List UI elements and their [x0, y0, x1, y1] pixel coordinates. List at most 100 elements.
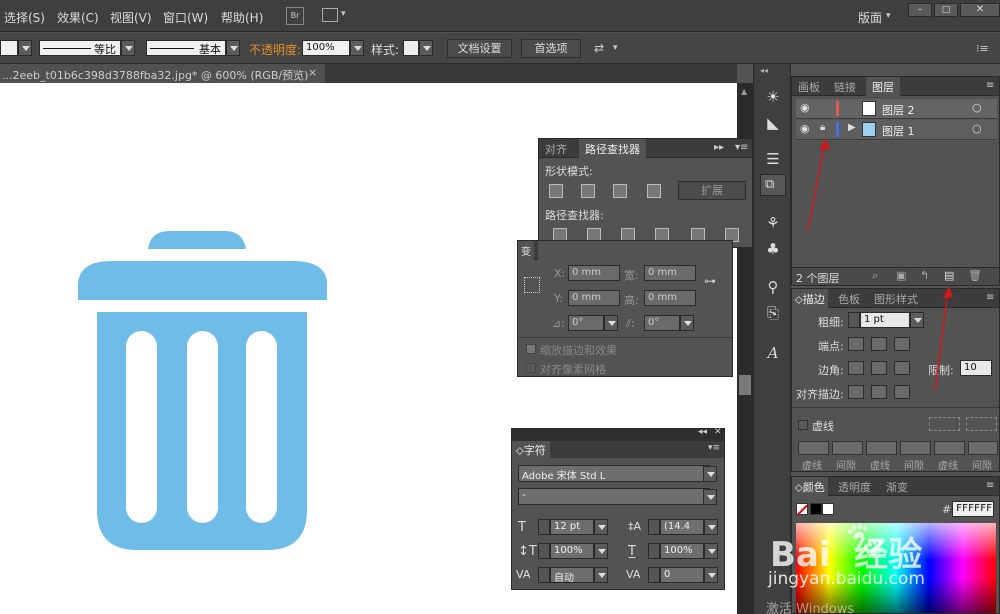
chevron-down-icon[interactable]: [704, 567, 718, 583]
dash-preset-icon[interactable]: [966, 417, 997, 431]
bevel-join-icon[interactable]: [894, 361, 910, 375]
chevron-down-icon[interactable]: [594, 567, 608, 583]
collapse-icon[interactable]: ▸▸: [714, 142, 724, 153]
tab-gradient[interactable]: 渐变: [886, 479, 908, 495]
font-family-field[interactable]: Adobe 宋体 Std L: [518, 465, 710, 482]
scale-strokes-checkbox[interactable]: [526, 344, 536, 354]
close-icon[interactable]: ×: [308, 66, 317, 79]
bridge-icon[interactable]: Br: [286, 7, 304, 25]
close-button[interactable]: ✕: [960, 3, 1000, 17]
chevron-down-icon[interactable]: [704, 543, 718, 559]
tab-color[interactable]: ⬦颜色: [792, 477, 828, 496]
brush-definition[interactable]: 基本: [146, 40, 226, 56]
workspace-switcher[interactable]: 版面: [858, 9, 882, 26]
none-swatch-icon[interactable]: [796, 503, 808, 516]
dash-field[interactable]: [866, 441, 897, 455]
horizontal-scale-field[interactable]: 100%: [660, 543, 704, 559]
chevron-down-icon[interactable]: [226, 40, 240, 56]
opacity-label[interactable]: 不透明度:: [249, 41, 301, 58]
x-field[interactable]: 0 mm: [568, 265, 620, 281]
dash-field[interactable]: [798, 441, 829, 455]
chevron-down-icon[interactable]: [704, 519, 718, 535]
panel-menu-icon[interactable]: ▾≡: [708, 443, 720, 453]
black-swatch[interactable]: [810, 503, 822, 515]
panel-menu-icon[interactable]: ≡: [986, 480, 994, 491]
clipping-mask-icon[interactable]: ▣: [896, 269, 906, 282]
chevron-down-icon[interactable]: [594, 519, 608, 535]
tab-swatches[interactable]: 色板: [838, 291, 860, 307]
chevron-down-icon[interactable]: [910, 312, 924, 328]
chevron-down-icon[interactable]: [350, 40, 364, 56]
chevron-down-icon[interactable]: [594, 543, 608, 559]
club-icon[interactable]: ♣: [764, 240, 782, 258]
limit-field[interactable]: 10: [960, 360, 992, 376]
align-inside-icon[interactable]: [871, 385, 887, 399]
chevron-down-icon[interactable]: [604, 315, 618, 331]
unite-icon[interactable]: [549, 184, 563, 198]
align-outside-icon[interactable]: [894, 385, 910, 399]
gap-field[interactable]: [900, 441, 931, 455]
tracking-stepper[interactable]: [648, 567, 660, 583]
leading-stepper[interactable]: [648, 519, 660, 535]
tab-stroke[interactable]: ⬦描边: [792, 289, 828, 308]
panel-menu-icon[interactable]: ▾≡: [735, 142, 748, 153]
layer-row[interactable]: ◉ 图层 2 ○: [796, 99, 997, 119]
tracking-field[interactable]: 0: [660, 567, 704, 583]
control-bar-menu-icon[interactable]: ⁝≡: [976, 42, 989, 55]
horizontal-scale-stepper[interactable]: [648, 543, 660, 559]
locate-icon[interactable]: ⌕: [872, 269, 878, 283]
chevron-down-icon[interactable]: [703, 489, 717, 505]
shear-field[interactable]: 0°: [644, 315, 680, 331]
align-pixel-checkbox[interactable]: [526, 363, 536, 373]
gap-field[interactable]: [832, 441, 863, 455]
round-cap-icon[interactable]: [871, 337, 887, 351]
pathfinder-dock-button[interactable]: ⧉: [760, 174, 786, 196]
font-size-field[interactable]: 12 pt: [550, 519, 594, 535]
gradient-icon[interactable]: ◣: [764, 114, 782, 132]
projecting-cap-icon[interactable]: [894, 337, 910, 351]
dashed-line-checkbox[interactable]: [798, 420, 808, 430]
panel-menu-icon[interactable]: ≡: [986, 80, 994, 91]
exclude-icon[interactable]: [647, 184, 661, 198]
white-swatch[interactable]: [822, 503, 834, 515]
target-circle-icon[interactable]: ○: [972, 101, 982, 114]
stroke-weight-stepper[interactable]: [848, 312, 860, 328]
y-field[interactable]: 0 mm: [568, 290, 620, 306]
visibility-eye-icon[interactable]: ◉: [800, 122, 810, 135]
vertical-scale-field[interactable]: 100%: [550, 543, 594, 559]
menu-effect[interactable]: 效果(C): [57, 9, 99, 26]
font-size-stepper[interactable]: [538, 519, 550, 535]
tab-transform[interactable]: 变: [518, 241, 534, 260]
chevron-down-icon[interactable]: [680, 315, 694, 331]
width-field[interactable]: 0 mm: [644, 265, 696, 281]
tab-character[interactable]: ⬦字符: [512, 441, 550, 458]
variable-width-profile[interactable]: 等比: [39, 40, 121, 56]
chevron-down-icon[interactable]: [419, 40, 433, 56]
expand-button[interactable]: 扩展: [678, 181, 746, 200]
align-icon[interactable]: ☰: [764, 150, 782, 168]
height-field[interactable]: 0 mm: [644, 290, 696, 306]
rotate-field[interactable]: 0°: [568, 315, 604, 331]
menu-select[interactable]: 选择(S): [4, 9, 45, 26]
tab-artboards[interactable]: 画板: [798, 79, 820, 95]
transform-icon[interactable]: ⇄: [594, 41, 604, 55]
round-join-icon[interactable]: [871, 361, 887, 375]
chevron-down-icon[interactable]: [18, 40, 32, 56]
arrange-documents-icon[interactable]: [322, 8, 338, 22]
tab-links[interactable]: 链接: [834, 79, 856, 95]
tab-pathfinder[interactable]: 路径查找器: [579, 139, 646, 158]
dash-field[interactable]: [934, 441, 965, 455]
symbols-icon[interactable]: ⚘: [764, 214, 782, 232]
layer-name[interactable]: 图层 2: [882, 102, 915, 118]
tab-graphic-styles[interactable]: 图形样式: [874, 291, 918, 307]
artboard-icon[interactable]: ⚲: [764, 278, 782, 296]
chevron-down-icon[interactable]: [703, 466, 717, 482]
new-layer-icon[interactable]: ▤: [944, 269, 954, 282]
visibility-eye-icon[interactable]: ◉: [800, 101, 810, 114]
constrain-link-icon[interactable]: ⊶: [704, 274, 716, 288]
layer-name[interactable]: 图层 1: [882, 123, 915, 139]
close-icon[interactable]: ✕: [714, 427, 722, 437]
tab-transparency[interactable]: 透明度: [838, 479, 871, 495]
menu-view[interactable]: 视图(V): [110, 9, 152, 26]
font-style-field[interactable]: -: [518, 488, 710, 505]
